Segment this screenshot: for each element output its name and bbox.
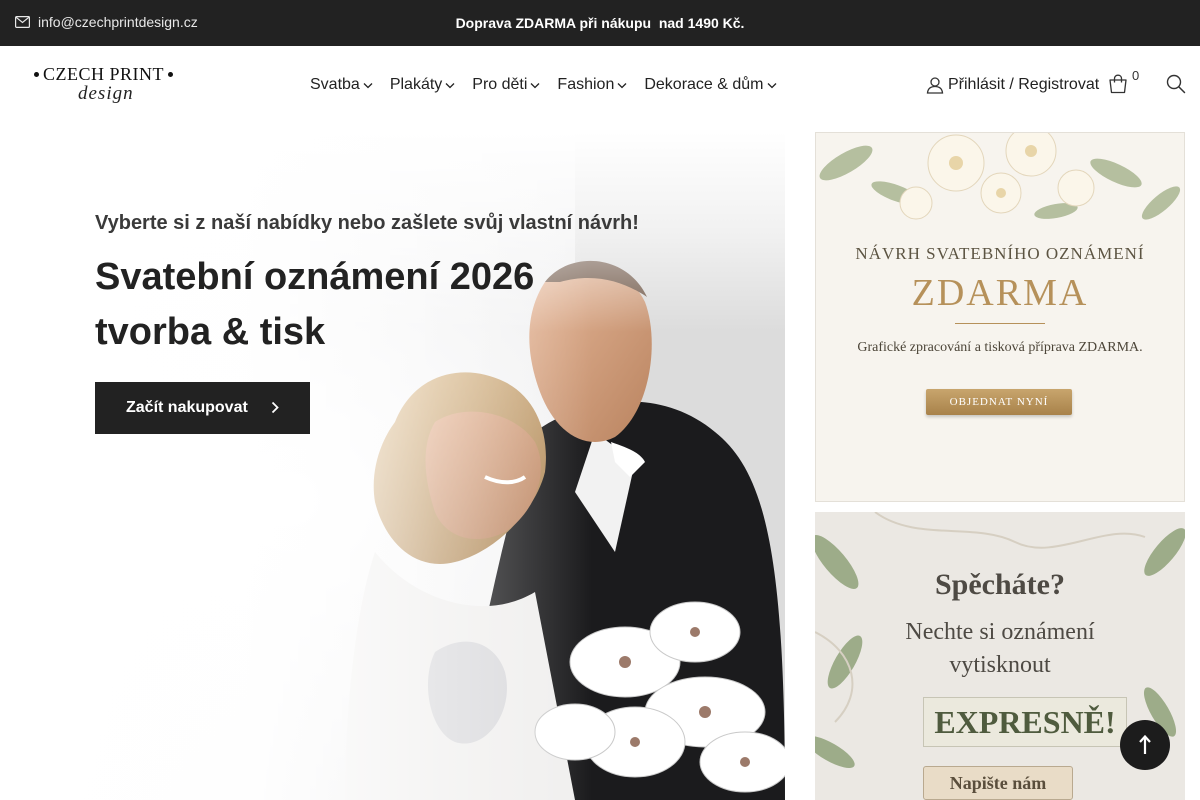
- nav-item-svatba[interactable]: Svatba: [310, 76, 373, 94]
- logo-tagline: design: [78, 83, 134, 104]
- hero-subtitle: Vyberte si z naší nabídky nebo zašlete s…: [95, 212, 639, 234]
- search-icon: [1166, 74, 1186, 94]
- banner2-headline: EXPRESNĚ!: [923, 697, 1127, 747]
- nav-item-dekorace[interactable]: Dekorace & dům: [644, 76, 776, 94]
- banner1-title: NÁVRH SVATEBNÍHO OZNÁMENÍ: [855, 244, 1145, 263]
- write-us-button[interactable]: Napište nám: [923, 766, 1073, 800]
- floral-decoration: [819, 133, 1181, 220]
- chevron-down-icon: [363, 82, 373, 88]
- shipping-promo: Doprava ZDARMA při nákupu nad 1490 Kč.: [455, 15, 745, 31]
- arrow-up-icon: [1139, 735, 1151, 754]
- start-shopping-label: Začít nakupovat: [126, 399, 248, 416]
- banner1-text: Grafické zpracování a tisková příprava Z…: [857, 340, 1143, 355]
- banner2-title: Spěcháte?: [935, 568, 1065, 601]
- banner2-text: Nechte si oznámení vytisknout: [905, 619, 1095, 678]
- chevron-down-icon: [530, 82, 540, 88]
- nav-item-plakaty[interactable]: Plakáty: [390, 76, 455, 94]
- nav-item-fashion[interactable]: Fashion: [557, 76, 627, 94]
- chevron-down-icon: [445, 82, 455, 88]
- hero-title-line2: tvorba & tisk: [95, 311, 326, 353]
- back-to-top-button[interactable]: [1120, 720, 1170, 770]
- shopping-bag-icon: [1109, 74, 1127, 94]
- nav-item-pro-deti[interactable]: Pro děti: [472, 76, 540, 94]
- logo-wordmark: CZECH PRINT: [34, 64, 186, 85]
- hero-title: Svatební oznámení 2026 tvorba & tisk: [95, 250, 534, 360]
- login-register-link[interactable]: Přihlásit / Registrovat: [926, 76, 1099, 94]
- top-bar: info@czechprintdesign.cz Doprava ZDARMA …: [0, 0, 1200, 46]
- free-design-banner[interactable]: NÁVRH SVATEBNÍHO OZNÁMENÍ ZDARMA Grafick…: [815, 132, 1185, 502]
- site-header: CZECH PRINT design Svatba Plakáty Pro dě…: [0, 46, 1200, 132]
- cart-count-badge: 0: [1132, 68, 1140, 83]
- chevron-down-icon: [617, 82, 627, 88]
- hero-title-line1: Svatební oznámení 2026: [95, 256, 535, 298]
- hero-banner: Vyberte si z naší nabídky nebo zašlete s…: [15, 132, 785, 800]
- order-now-button[interactable]: OBJEDNAT NYNÍ: [926, 389, 1072, 415]
- cart-button[interactable]: [1108, 74, 1128, 99]
- site-logo[interactable]: CZECH PRINT design: [34, 64, 186, 114]
- search-button[interactable]: [1166, 74, 1186, 99]
- divider: [955, 323, 1045, 324]
- chevron-right-icon: [271, 401, 279, 414]
- banner1-headline: ZDARMA: [911, 272, 1089, 314]
- user-icon: [926, 77, 944, 94]
- main-nav: Svatba Plakáty Pro děti Fashion Dekorace…: [310, 76, 794, 94]
- chevron-down-icon: [767, 82, 776, 88]
- start-shopping-button[interactable]: Začít nakupovat: [95, 382, 310, 434]
- login-register-label: Přihlásit / Registrovat: [948, 76, 1100, 93]
